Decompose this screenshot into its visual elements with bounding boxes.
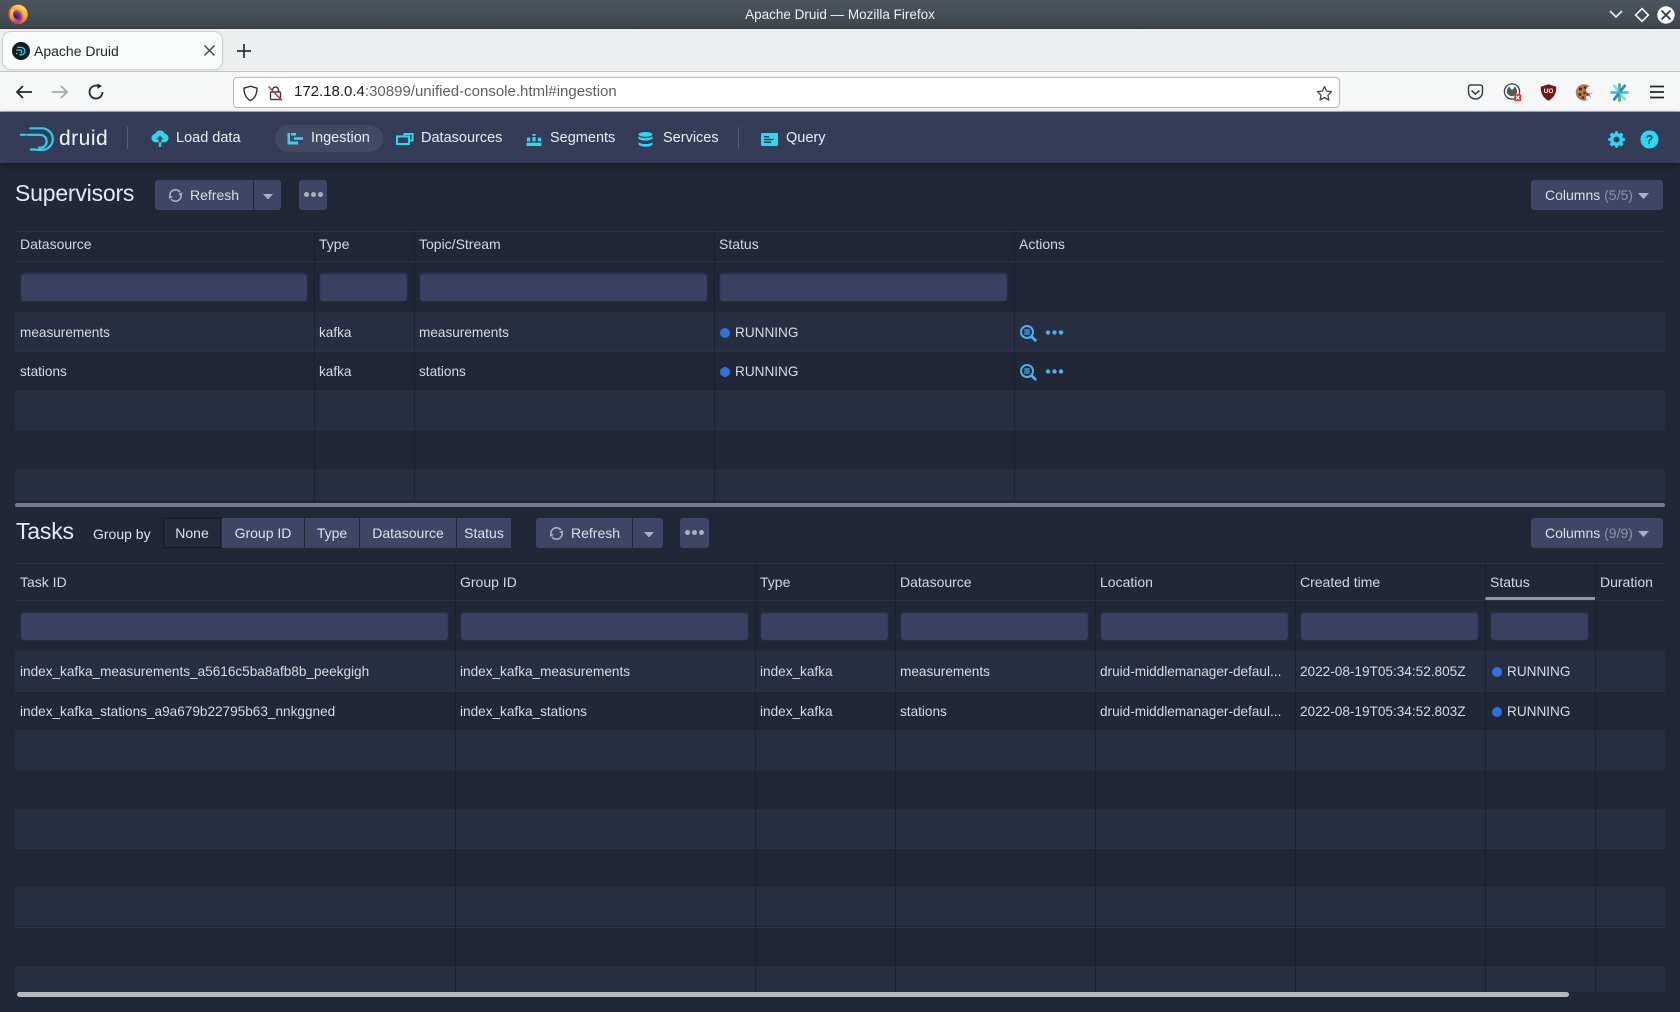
svg-text:?: ? [1646,133,1654,147]
svg-text:UO: UO [1544,88,1554,95]
